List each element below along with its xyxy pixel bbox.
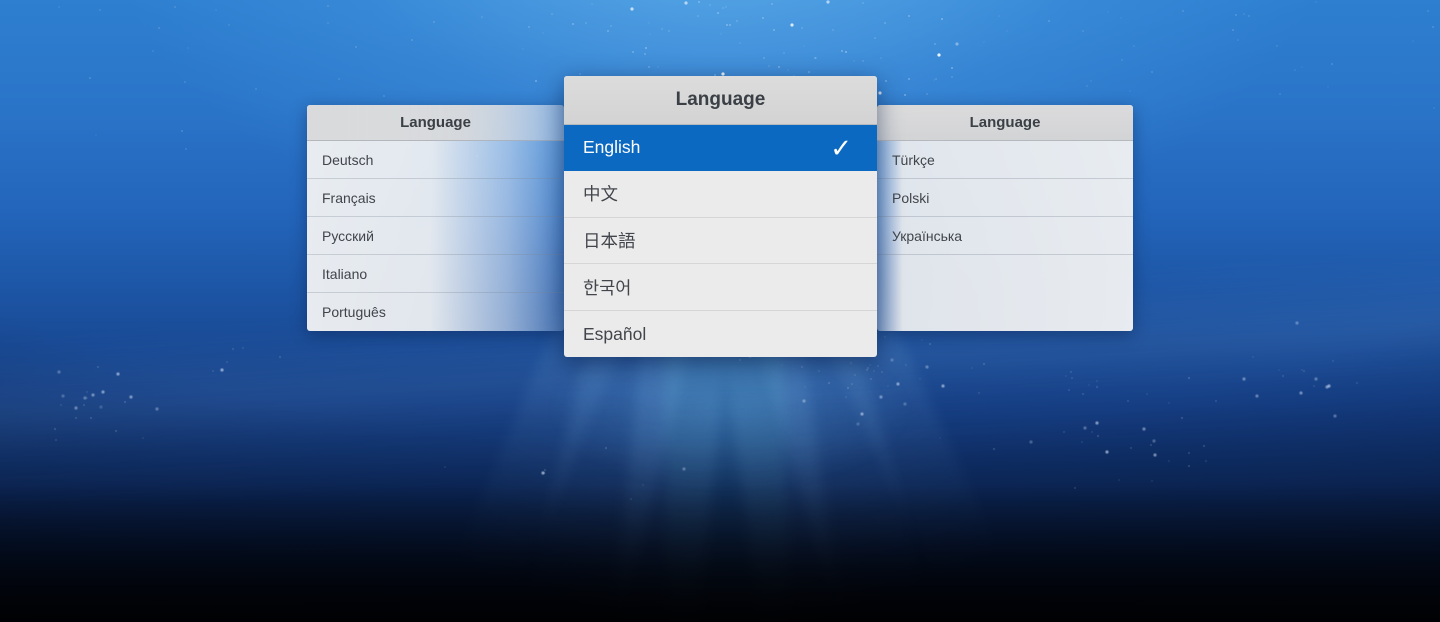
language-option-russkiy[interactable]: Русский <box>307 217 564 255</box>
language-option-deutsch[interactable]: Deutsch <box>307 141 564 179</box>
empty-rows-area <box>877 255 1133 331</box>
language-option-polski[interactable]: Polski <box>877 179 1133 217</box>
language-option-francais[interactable]: Français <box>307 179 564 217</box>
language-option-japanese[interactable]: 日本語 <box>564 218 877 265</box>
language-option-chinese[interactable]: 中文 <box>564 171 877 218</box>
language-option-label: English <box>583 137 641 158</box>
language-option-korean[interactable]: 한국어 <box>564 264 877 312</box>
check-icon: ✓ <box>830 132 852 163</box>
language-option-portugues[interactable]: Português <box>307 293 564 331</box>
panel-header: Language <box>877 105 1133 141</box>
screen: Language Deutsch Français Русский Italia… <box>0 0 1440 622</box>
language-option-turkce[interactable]: Türkçe <box>877 141 1133 179</box>
language-option-ukrainska[interactable]: Українська <box>877 217 1133 255</box>
panel-header: Language <box>307 105 564 141</box>
language-panel-center: Language English ✓ 中文 日本語 한국어 Español <box>564 76 877 357</box>
language-option-english-selected[interactable]: English ✓ <box>564 125 877 171</box>
panel-header: Language <box>564 76 877 125</box>
language-option-italiano[interactable]: Italiano <box>307 255 564 293</box>
language-panel-right: Language Türkçe Polski Українська <box>877 105 1133 331</box>
language-panel-left: Language Deutsch Français Русский Italia… <box>307 105 564 331</box>
language-option-espanol[interactable]: Español <box>564 311 877 357</box>
